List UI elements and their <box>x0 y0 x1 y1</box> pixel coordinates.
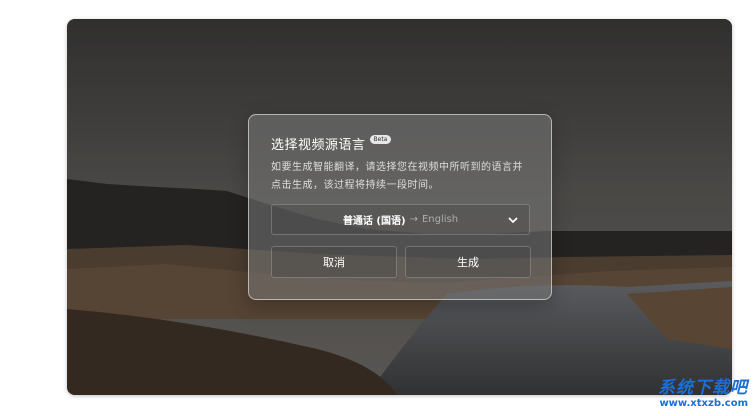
source-language: 普通话 (国语) <box>342 216 406 227</box>
beta-badge: Beta <box>369 134 392 144</box>
watermark-brand: 系统下载吧 <box>658 378 748 398</box>
dialog-description: 如要生成智能翻译，请选择您在视频中所听到的语言并点击生成，该过程将持续一段时间。 <box>271 162 523 191</box>
watermark-logo: 系统下载吧 www.xtxzb.com <box>658 378 748 410</box>
select-language-dialog: 选择视频源语言 Beta 如要生成智能翻译，请选择您在视频中所听到的语言并点击生… <box>248 114 552 300</box>
cancel-button[interactable]: 取消 <box>271 246 397 278</box>
chevron-down-icon[interactable] <box>507 214 519 226</box>
arrow-right-icon: → <box>409 214 418 225</box>
target-language: English <box>421 214 459 225</box>
dialog-title: 选择视频源语言 <box>271 137 366 153</box>
generate-button[interactable]: 生成 <box>405 246 531 278</box>
dialog-title-row: 选择视频源语言 Beta <box>271 133 529 153</box>
watermark-url: www.xtxzb.com <box>659 398 748 409</box>
language-select[interactable]: 普通话 (国语) → English <box>271 204 530 235</box>
